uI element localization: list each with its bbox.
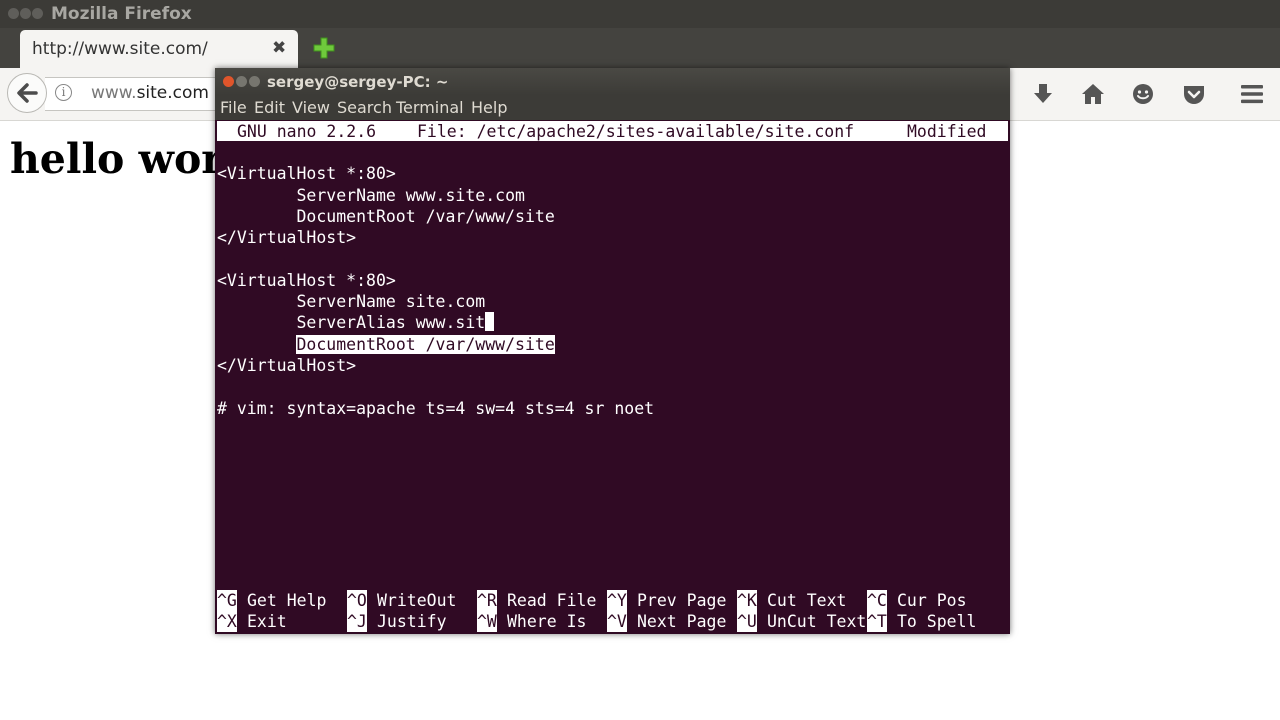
firefox-window-title: Mozilla Firefox — [51, 4, 192, 24]
selected-text: DocumentRoot /var/www/site — [296, 335, 555, 354]
shortcut-label: Where Is — [507, 612, 587, 631]
firefox-titlebar: Mozilla Firefox — [0, 0, 1280, 28]
new-tab-plus-icon[interactable] — [312, 36, 336, 60]
shortcut-key: ^Y — [607, 590, 627, 611]
code-line: <VirtualHost *:80> — [217, 164, 396, 183]
tab-title: http://www.site.com/ — [32, 39, 208, 59]
nano-version: GNU nano 2.2.6 — [237, 122, 377, 141]
menu-icon[interactable] — [1239, 81, 1265, 107]
terminal-minimize-button[interactable] — [236, 76, 247, 87]
firefox-close-button[interactable] — [8, 8, 19, 19]
text-cursor — [485, 312, 495, 331]
terminal-close-button[interactable] — [223, 76, 234, 87]
code-line: </VirtualHost> — [217, 356, 357, 375]
shortcut-key: ^O — [347, 590, 367, 611]
shortcut-label: Cut Text — [767, 591, 847, 610]
pocket-icon[interactable] — [1181, 81, 1207, 107]
tab-close-icon[interactable]: ✖ — [272, 38, 286, 58]
code-line-with-cursor: ServerAlias www.sit — [217, 312, 495, 333]
info-icon[interactable]: i — [55, 84, 72, 101]
shortcut-key: ^J — [347, 611, 367, 632]
shortcut-key: ^T — [867, 611, 887, 632]
code-line: </VirtualHost> — [217, 228, 357, 247]
nano-modified-status: Modified — [907, 122, 987, 141]
shortcut-label: Next Page — [637, 612, 727, 631]
download-icon[interactable] — [1030, 81, 1056, 107]
terminal-maximize-button[interactable] — [249, 76, 260, 87]
menu-terminal[interactable]: Terminal — [396, 98, 464, 117]
menu-file[interactable]: File — [220, 98, 247, 117]
shortcut-label: Exit — [247, 612, 287, 631]
nano-file-path: File: /etc/apache2/sites-available/site.… — [417, 122, 855, 141]
code-line: <VirtualHost *:80> — [217, 271, 396, 290]
shortcut-label: Get Help — [247, 591, 327, 610]
back-arrow-icon — [17, 83, 38, 103]
home-icon[interactable] — [1080, 81, 1106, 107]
code-text: ServerAlias www.sit — [296, 313, 486, 332]
terminal-menubar: File Edit View Search Terminal Help — [215, 95, 1010, 120]
shortcut-label: Read File — [507, 591, 597, 610]
hello-icon[interactable] — [1130, 81, 1156, 107]
code-comment-line: # vim: syntax=apache ts=4 sw=4 sts=4 sr … — [217, 399, 655, 418]
firefox-maximize-button[interactable] — [32, 8, 43, 19]
shortcut-key: ^X — [217, 611, 237, 632]
shortcut-label: WriteOut — [377, 591, 457, 610]
terminal-window[interactable]: sergey@sergey-PC: ~ File Edit View Searc… — [215, 68, 1010, 634]
menu-edit[interactable]: Edit — [254, 98, 285, 117]
shortcut-label: To Spell — [897, 612, 977, 631]
menu-view[interactable]: View — [292, 98, 330, 117]
terminal-title: sergey@sergey-PC: ~ — [267, 73, 449, 91]
nano-header-bar: GNU nano 2.2.6 File: /etc/apache2/sites-… — [217, 121, 1008, 141]
shortcut-key: ^V — [607, 611, 627, 632]
code-line: ServerName www.site.com — [217, 186, 525, 205]
code-line: DocumentRoot /var/www/site — [217, 207, 555, 226]
browser-tab[interactable]: http://www.site.com/ ✖ — [20, 30, 298, 68]
shortcut-key: ^K — [737, 590, 757, 611]
back-button[interactable] — [7, 73, 47, 113]
url-domain: site.com — [136, 83, 209, 103]
shortcut-key: ^W — [477, 611, 497, 632]
shortcut-label: Prev Page — [637, 591, 727, 610]
menu-help[interactable]: Help — [471, 98, 507, 117]
shortcut-label: UnCut Text — [767, 612, 867, 631]
terminal-titlebar[interactable]: sergey@sergey-PC: ~ — [215, 68, 1010, 95]
firefox-minimize-button[interactable] — [20, 8, 31, 19]
shortcut-key: ^U — [737, 611, 757, 632]
shortcut-label: Justify — [377, 612, 447, 631]
url-prefix: www. — [91, 83, 137, 103]
url-text[interactable]: www.site.com — [91, 83, 209, 103]
code-line: ServerName site.com — [217, 292, 486, 311]
shortcut-key: ^G — [217, 590, 237, 611]
shortcut-key: ^C — [867, 590, 887, 611]
menu-search[interactable]: Search — [337, 98, 392, 117]
code-line-selected: DocumentRoot /var/www/site — [217, 334, 555, 355]
shortcut-label: Cur Pos — [897, 591, 967, 610]
shortcut-key: ^R — [477, 590, 497, 611]
